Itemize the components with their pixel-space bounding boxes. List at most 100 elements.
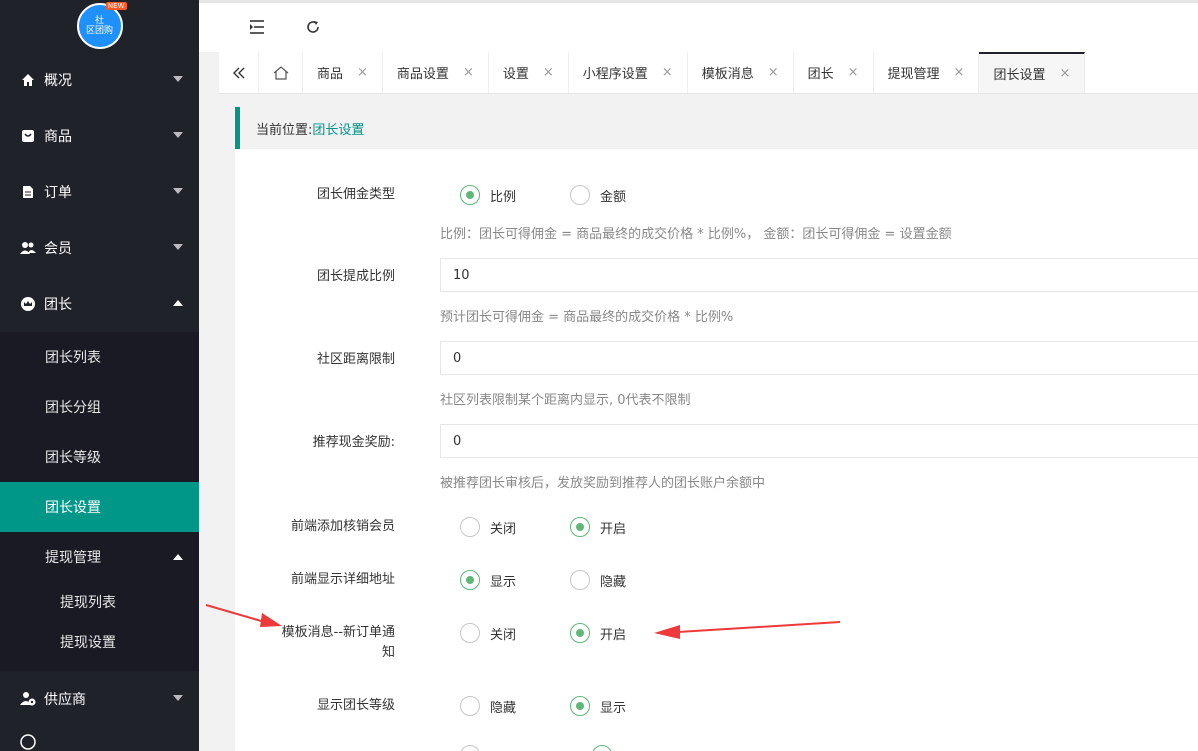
sidebar-item-label: 提现管理 <box>45 550 101 566</box>
toggle-sidebar-button[interactable] <box>247 17 267 37</box>
close-icon[interactable]: × <box>954 65 965 80</box>
referral-reward-hint: 被推荐团长审核后，发放奖励到推荐人的团长账户余额中 <box>440 476 766 491</box>
sidebar-item-leader-list[interactable]: 团长列表 <box>0 332 199 382</box>
frontend-add-verifier-radios: 关闭 开启 <box>460 517 680 537</box>
sidebar: NEW 社 区团购 概况 商品 订单 会员 团长 团长列表 团长分组 团长等级 … <box>0 0 199 751</box>
top-header <box>199 0 1198 52</box>
commission-rate-input[interactable] <box>440 258 1198 292</box>
distance-limit-input[interactable] <box>440 341 1198 375</box>
radio-circle <box>460 517 480 537</box>
sidebar-item-leader[interactable]: 团长 <box>0 276 199 332</box>
commission-type-radios: 比例 金额 <box>460 185 680 205</box>
sidebar-item-label: 团长 <box>44 297 72 313</box>
tab-miniprogram-settings[interactable]: 小程序设置 × <box>569 52 688 93</box>
radio-circle <box>460 623 480 643</box>
form-label-line1: 模板消息--新订单通 <box>281 625 395 640</box>
tab-label: 提现管理 <box>887 67 940 82</box>
tab-home[interactable] <box>259 52 303 93</box>
radio-circle <box>570 517 591 537</box>
tab-label: 团长 <box>807 67 834 82</box>
form-label: 模板消息--新订单通 知 <box>245 623 395 663</box>
radio-label: 比例 <box>490 189 517 205</box>
radio-show[interactable]: 显示 <box>570 696 626 716</box>
referral-reward-input[interactable] <box>440 424 1198 458</box>
home-outline-icon <box>273 65 288 80</box>
sidebar-item-label: 商品 <box>44 129 72 145</box>
radio-partial-2[interactable] <box>592 745 622 751</box>
sidebar-item-orders[interactable]: 订单 <box>0 164 199 220</box>
logo-text-line2: 区团购 <box>85 26 113 36</box>
chevron-up-icon <box>173 554 183 560</box>
radio-partial-1[interactable] <box>460 745 490 751</box>
radio-label: 显示 <box>600 700 627 716</box>
tab-leader-settings[interactable]: 团长设置 × <box>979 52 1086 93</box>
tab-goods[interactable]: 商品 × <box>303 52 383 93</box>
radio-on[interactable]: 开启 <box>570 517 626 537</box>
radio-label: 开启 <box>600 521 627 537</box>
goods-icon <box>20 128 36 144</box>
form-label: 前端显示详细地址 <box>290 572 395 587</box>
sidebar-item-withdraw-settings[interactable]: 提现设置 <box>0 622 199 662</box>
radio-label: 隐藏 <box>490 700 517 716</box>
radio-circle <box>460 745 480 751</box>
radio-show[interactable]: 显示 <box>460 570 516 590</box>
radio-circle <box>570 185 591 205</box>
order-icon <box>20 184 36 200</box>
tab-bar: 商品 × 商品设置 × 设置 × 小程序设置 × 模板消息 × 团长 × 提现管理 × 团长设… <box>219 52 1198 94</box>
sidebar-item-overview[interactable]: 概况 <box>0 52 199 108</box>
radio-off[interactable]: 关闭 <box>460 517 516 537</box>
partial-radios <box>460 745 676 751</box>
close-icon[interactable]: × <box>463 65 474 80</box>
radio-hide[interactable]: 隐藏 <box>570 570 626 590</box>
sidebar-item-label: 供应商 <box>44 692 86 708</box>
tab-withdraw-management[interactable]: 提现管理 × <box>874 52 980 93</box>
tab-label: 模板消息 <box>701 67 754 82</box>
radio-off[interactable]: 关闭 <box>460 623 516 643</box>
sidebar-item-supplier[interactable]: 供应商 <box>0 671 199 727</box>
radio-amount[interactable]: 金额 <box>570 185 626 205</box>
chevron-up-icon <box>173 300 183 306</box>
sidebar-item-label: 会员 <box>44 241 72 257</box>
sidebar-item-withdraw-list[interactable]: 提现列表 <box>0 582 199 622</box>
tab-scroll-left-button[interactable] <box>219 52 259 93</box>
radio-circle <box>592 745 612 751</box>
sidebar-item-leader-group[interactable]: 团长分组 <box>0 382 199 432</box>
breadcrumb: 当前位置: 团长设置 <box>235 107 1198 149</box>
chevron-down-icon <box>173 695 183 701</box>
tab-settings[interactable]: 设置 × <box>489 52 569 93</box>
sidebar-item-members[interactable]: 会员 <box>0 220 199 276</box>
logo[interactable]: NEW 社 区团购 <box>76 2 127 49</box>
radio-hide[interactable]: 隐藏 <box>460 696 516 716</box>
refresh-icon <box>307 21 319 33</box>
main-content: 当前位置: 团长设置 团长佣金类型 比例 金额 比例：团长可得佣金 = 商品最终… <box>235 107 1198 751</box>
tab-template-message[interactable]: 模板消息 × <box>688 52 794 93</box>
frontend-show-address-radios: 显示 隐藏 <box>460 570 680 590</box>
supplier-icon <box>20 691 36 707</box>
show-leader-level-radios: 隐藏 显示 <box>460 696 680 716</box>
tab-leader[interactable]: 团长 × <box>794 52 874 93</box>
close-icon[interactable]: × <box>357 65 368 80</box>
radio-ratio[interactable]: 比例 <box>460 185 516 205</box>
sidebar-item-more[interactable] <box>0 727 199 751</box>
member-icon <box>20 240 36 256</box>
close-icon[interactable]: × <box>848 65 859 80</box>
radio-label: 金额 <box>600 189 627 205</box>
template-new-order-radios: 关闭 开启 <box>460 623 680 643</box>
form-label: 社区距离限制 <box>316 352 395 367</box>
close-icon[interactable]: × <box>662 65 673 80</box>
refresh-button[interactable] <box>303 17 323 37</box>
sidebar-item-label: 概况 <box>44 73 72 89</box>
form-label: 显示团长等级 <box>316 698 395 713</box>
tab-goods-settings[interactable]: 商品设置 × <box>383 52 489 93</box>
radio-on[interactable]: 开启 <box>570 623 626 643</box>
close-icon[interactable]: × <box>1059 66 1070 81</box>
radio-circle <box>460 185 480 205</box>
close-icon[interactable]: × <box>768 65 779 80</box>
sidebar-item-leader-settings[interactable]: 团长设置 <box>0 482 199 532</box>
leader-submenu: 团长列表 团长分组 团长等级 团长设置 提现管理 提现列表 提现设置 <box>0 332 199 671</box>
breadcrumb-current[interactable]: 团长设置 <box>312 119 364 138</box>
close-icon[interactable]: × <box>543 65 554 80</box>
sidebar-item-leader-level[interactable]: 团长等级 <box>0 432 199 482</box>
sidebar-item-goods[interactable]: 商品 <box>0 108 199 164</box>
sidebar-item-withdraw-management[interactable]: 提现管理 <box>0 532 199 582</box>
